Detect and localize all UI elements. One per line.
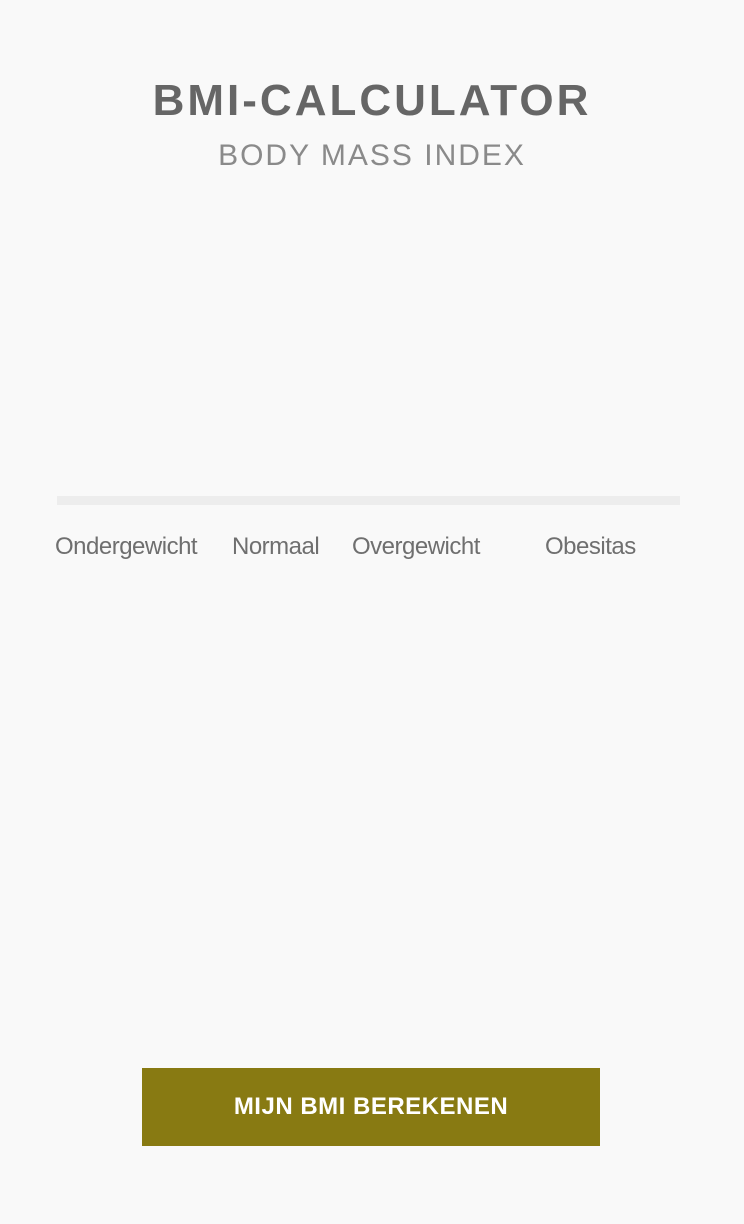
category-label-overgewicht: Overgewicht <box>352 533 480 560</box>
page-title: BMI-CALCULATOR <box>152 76 592 125</box>
bmi-scale-bar <box>57 496 680 505</box>
category-label-obesitas: Obesitas <box>545 533 636 560</box>
calculate-bmi-button[interactable]: MIJN BMI BEREKENEN <box>142 1068 600 1146</box>
category-label-normaal: Normaal <box>232 533 320 560</box>
category-label-ondergewicht: Ondergewicht <box>55 533 198 560</box>
page-subtitle: BODY MASS INDEX <box>218 139 526 172</box>
header: BMI-CALCULATOR BODY MASS INDEX <box>0 72 744 176</box>
